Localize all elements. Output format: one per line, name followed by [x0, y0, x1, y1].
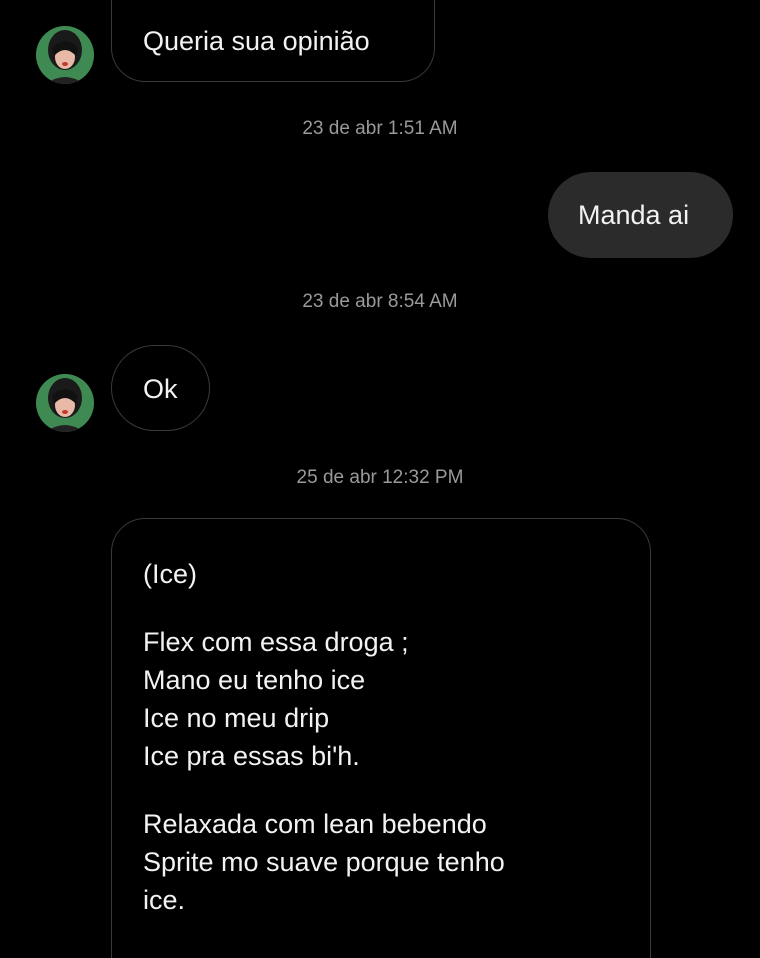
lyric-line: (Ice): [143, 559, 197, 589]
message-text: (Ice) Flex com essa droga ; Mano eu tenh…: [143, 555, 650, 919]
lyric-line: Flex com essa droga ;: [143, 627, 409, 657]
incoming-message-bubble[interactable]: Queria sua opinião: [111, 0, 435, 82]
contact-avatar-icon[interactable]: [36, 374, 94, 432]
lyric-line: ice.: [143, 885, 186, 915]
line-break: [143, 593, 650, 623]
lyric-line: Mano eu tenho ice: [143, 665, 366, 695]
lyric-line: Relaxada com lean bebendo: [143, 809, 487, 839]
message-timestamp: 23 de abr 8:54 AM: [302, 291, 458, 312]
message-text: Manda ai: [578, 200, 690, 230]
lyric-line: Ice pra essas bi'h.: [143, 741, 360, 771]
message-text: Ok: [143, 374, 178, 404]
incoming-message-bubble[interactable]: (Ice) Flex com essa droga ; Mano eu tenh…: [111, 518, 651, 958]
outgoing-message-bubble[interactable]: Manda ai: [548, 172, 733, 258]
contact-avatar-icon[interactable]: [36, 26, 94, 84]
message-timestamp: 23 de abr 1:51 AM: [302, 118, 458, 139]
lyric-line: Sprite mo suave porque tenho: [143, 847, 505, 877]
lyric-line: Ice no meu drip: [143, 703, 330, 733]
message-text: Queria sua opinião: [143, 26, 370, 56]
line-break: [143, 775, 650, 805]
incoming-message-bubble[interactable]: Ok: [111, 345, 210, 431]
message-timestamp: 25 de abr 12:32 PM: [296, 467, 464, 488]
